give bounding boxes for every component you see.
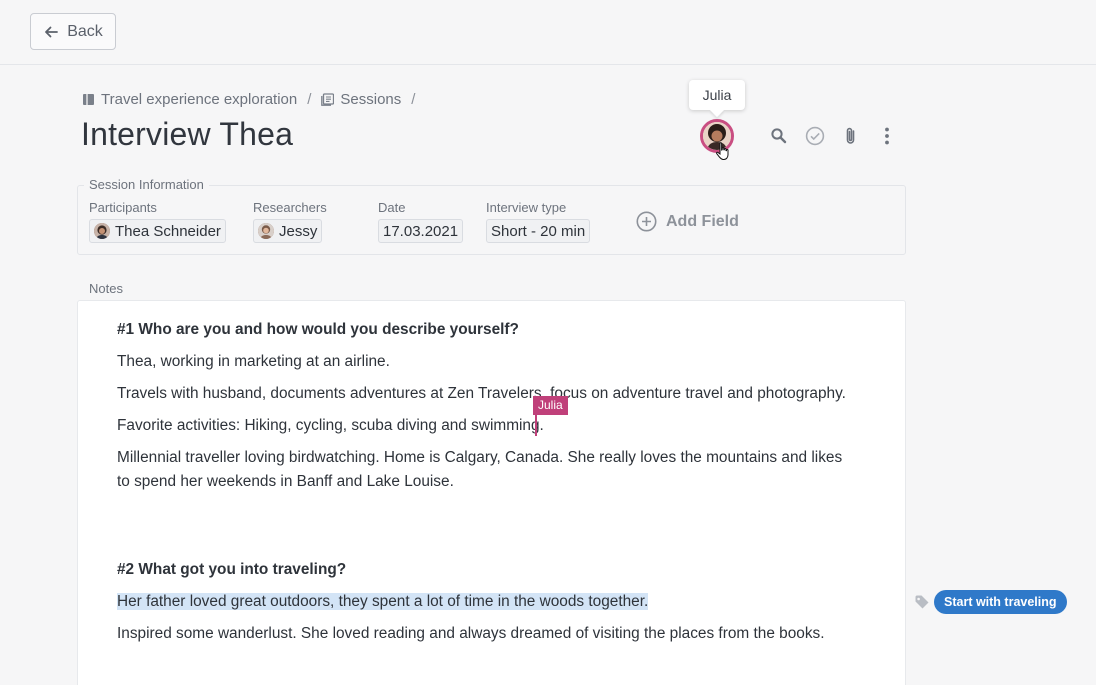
session-information-legend: Session Information [84,177,209,192]
researcher-name: Jessy [279,222,318,240]
note-paragraph-highlighted[interactable]: Her father loved great outdoors, they sp… [117,590,857,614]
participants-label: Participants [89,200,157,215]
collaborator-text-cursor [535,414,537,436]
note-paragraph: Thea, working in marketing at an airline… [117,353,390,370]
pointer-hand-icon [716,142,729,160]
page-title: Interview Thea [81,116,294,152]
breadcrumb-project-label: Travel experience exploration [101,91,298,108]
presence-tooltip: Julia [689,80,745,110]
interview-type-field: Interview type Short - 20 min [486,200,591,243]
participant-chip[interactable]: Thea Schneider [89,219,226,243]
paperclip-icon [846,127,855,144]
breadcrumb-sessions[interactable]: Sessions [321,91,401,108]
date-label: Date [378,200,406,215]
toolbar [768,124,898,148]
notes-label: Notes [89,281,123,296]
breadcrumb: Travel experience exploration / Sessions… [82,91,425,108]
highlighted-text: Her father loved great outdoors, they sp… [117,593,649,610]
question-heading: #2 What got you into traveling? [117,561,347,578]
participants-field: Participants Thea Schneider [89,200,226,244]
researcher-chip[interactable]: Jessy [253,219,323,243]
back-button[interactable]: Back [30,13,116,50]
more-options-button[interactable] [876,124,898,148]
date-chip[interactable]: 17.03.2021 [378,219,464,243]
researchers-label: Researchers [253,200,327,215]
collaborator-cursor-label: Julia [533,396,568,415]
researchers-field: Researchers Jessy [253,200,327,244]
avatar-image [94,223,110,239]
interview-type-label: Interview type [486,200,567,215]
mark-done-button[interactable] [804,124,826,148]
breadcrumb-sessions-label: Sessions [340,91,402,108]
attach-button[interactable] [840,124,862,148]
breadcrumb-separator: / [411,91,416,108]
breadcrumb-separator: / [307,91,312,108]
search-icon [771,128,787,144]
researcher-avatar [258,223,274,239]
plus-circle-icon [636,211,657,232]
avatar-image [258,223,274,239]
project-icon [83,94,94,105]
note-paragraph: Inspired some wanderlust. She loved read… [117,625,825,642]
note-paragraph: Millennial traveller loving birdwatching… [117,449,843,490]
search-button[interactable] [768,124,790,148]
question-heading: #1 Who are you and how would you describ… [117,321,519,338]
note-paragraph: Favorite activities: Hiking, cycling, sc… [117,417,544,434]
more-vertical-icon [885,127,889,145]
tag-icon [915,595,929,609]
breadcrumb-project[interactable]: Travel experience exploration [82,91,297,108]
tag-pill[interactable]: Start with traveling [934,590,1067,614]
add-field-label: Add Field [666,212,739,230]
date-field: Date 17.03.2021 [378,200,464,243]
back-label: Back [67,22,103,40]
participant-avatar [94,223,110,239]
add-field-button[interactable]: Add Field [636,211,739,232]
note-paragraph: Travels with husband, documents adventur… [117,385,846,402]
sessions-icon [321,93,335,106]
top-bar: Back [0,0,1096,65]
arrow-left-icon [45,26,59,37]
check-circle-icon [805,126,825,146]
participant-name: Thea Schneider [115,222,221,240]
interview-type-chip[interactable]: Short - 20 min [486,219,591,243]
